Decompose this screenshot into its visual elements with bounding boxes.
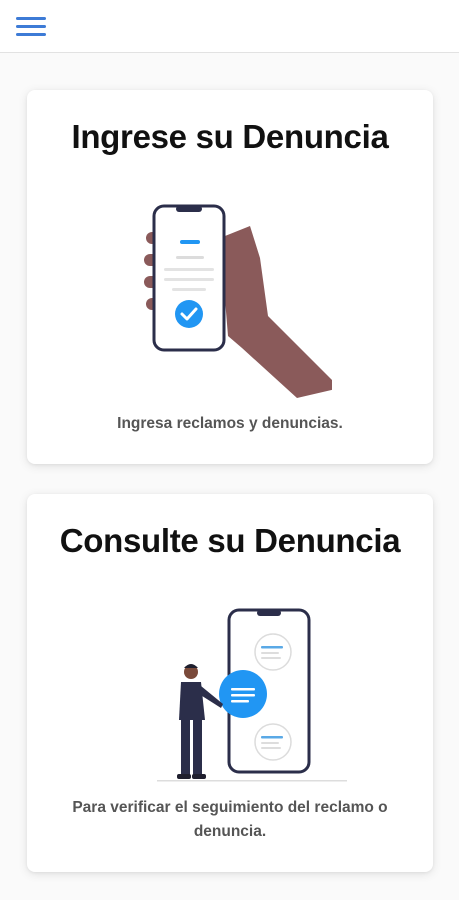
hand-holding-phone-illustration [144,204,332,398]
person-with-phone-illustration [157,608,347,782]
check-complaint-description: Para verificar el seguimiento del reclam… [72,799,388,840]
top-app-bar [0,0,459,53]
submit-complaint-card[interactable]: Ingrese su Denuncia Ingresa reclamos y d… [27,90,433,464]
menu-button[interactable] [14,13,48,39]
submit-complaint-description: Ingresa reclamos y denuncias. [117,415,343,432]
check-complaint-title: Consulte su Denuncia [59,522,401,559]
submit-complaint-title: Ingrese su Denuncia [71,118,389,155]
check-complaint-card[interactable]: Consulte su Denuncia Para verificar el s… [27,494,433,872]
